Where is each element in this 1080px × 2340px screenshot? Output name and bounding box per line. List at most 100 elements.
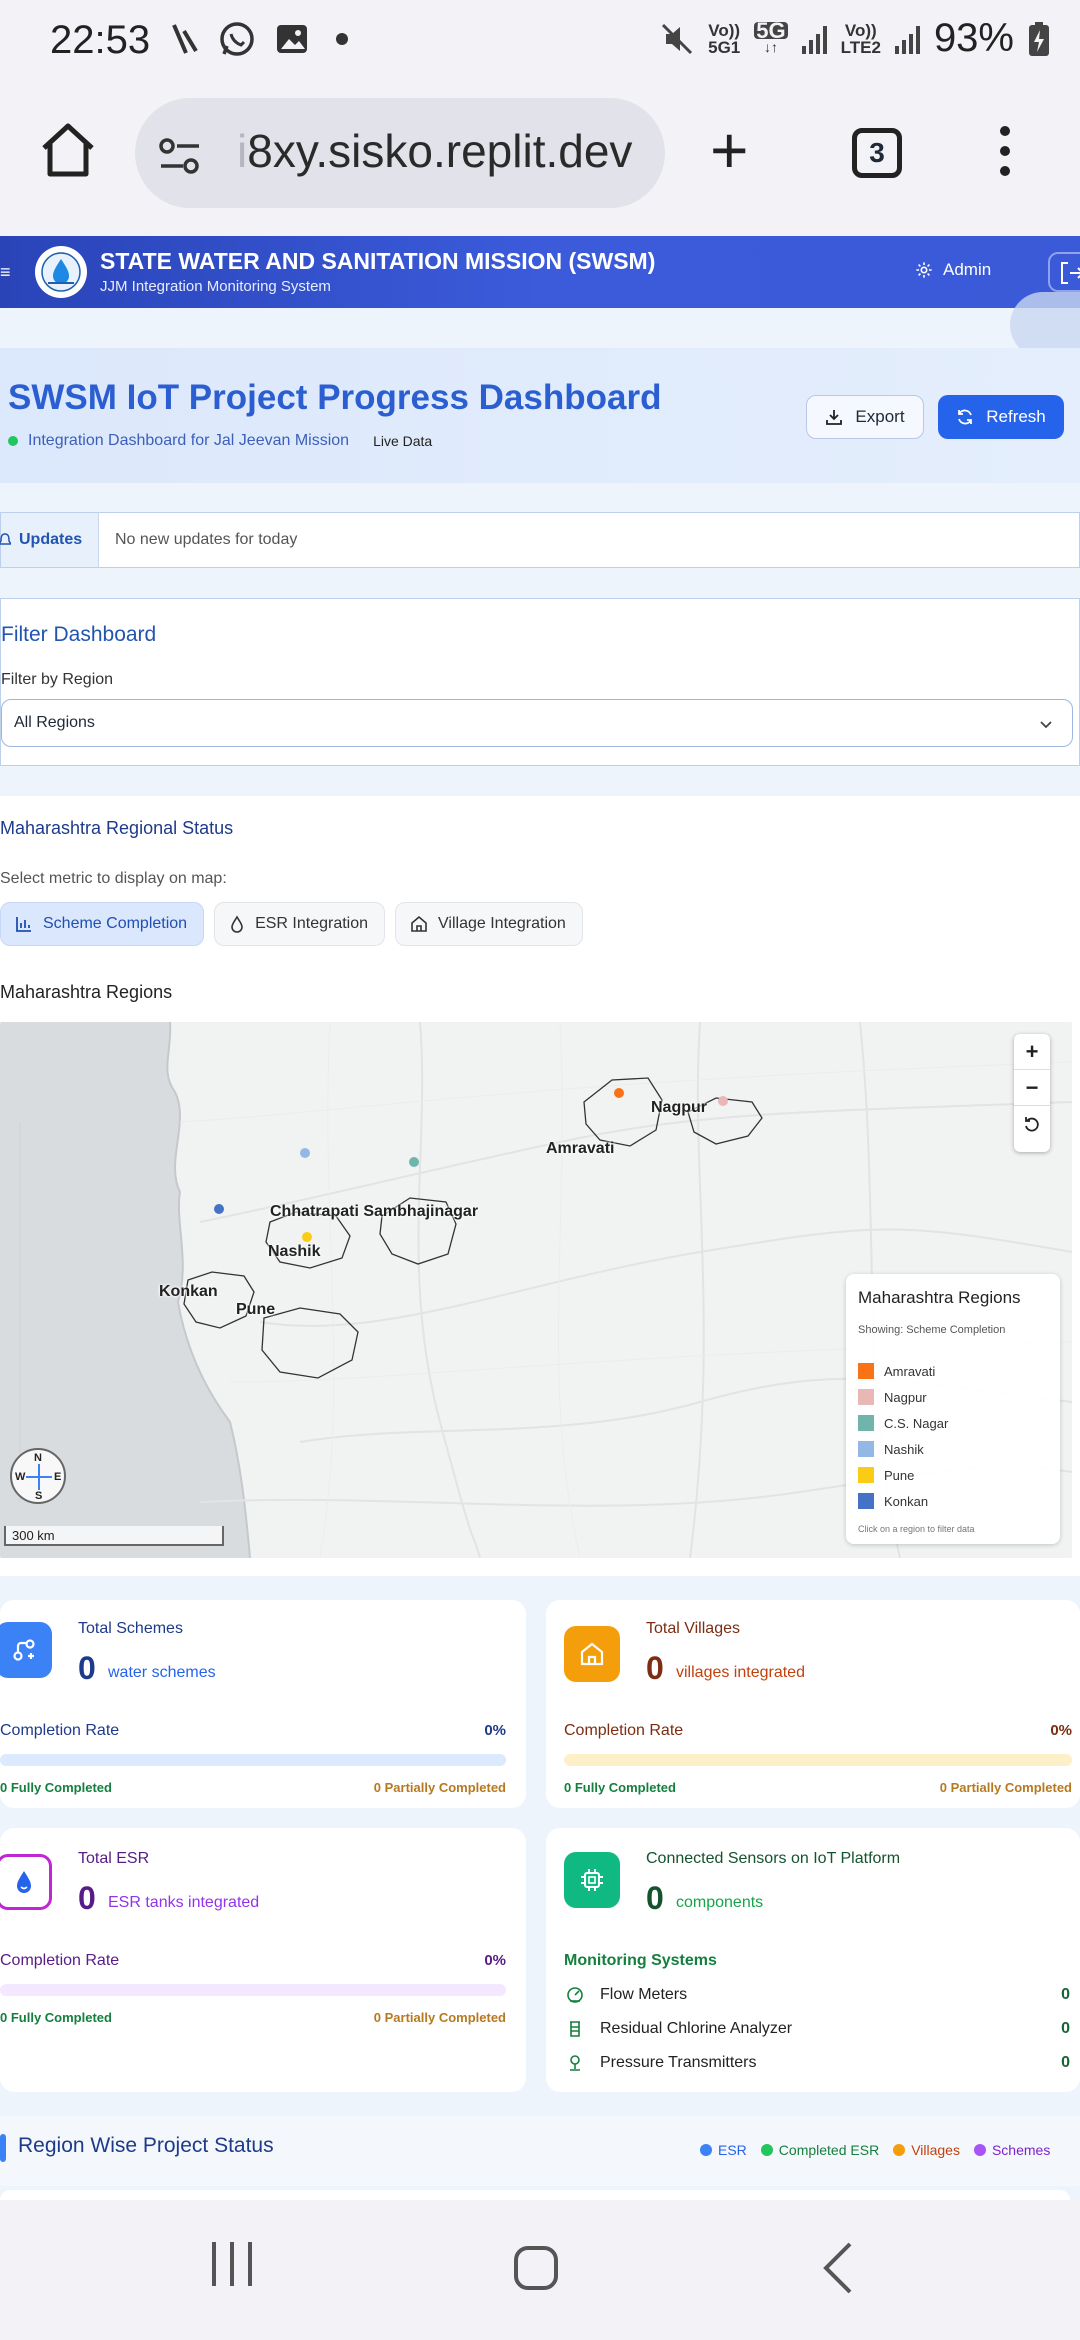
back-button[interactable] — [820, 2240, 856, 2296]
zoom-in-button[interactable]: + — [1014, 1034, 1050, 1070]
legend-item[interactable]: Nagpur — [858, 1384, 948, 1410]
recents-button[interactable] — [212, 2242, 252, 2286]
tab-switcher-button[interactable]: 3 — [852, 128, 902, 178]
marker-pune[interactable] — [302, 1232, 312, 1242]
region-wise-title: Region Wise Project Status — [18, 2134, 274, 2157]
map-label-konkan: Konkan — [159, 1283, 218, 1300]
metric-scheme-completion[interactable]: Scheme Completion — [0, 902, 205, 946]
region-map[interactable]: Nagpur Amravati Chhatrapati Sambhajinaga… — [0, 1022, 1072, 1558]
monitoring-systems-title: Monitoring Systems — [564, 1952, 717, 1969]
filter-panel: Filter Dashboard Filter by Region All Re… — [0, 598, 1080, 766]
legend-schemes: Schemes — [973, 2142, 1050, 2158]
monitoring-row-flow-meters: Flow Meters 0 — [564, 1980, 1070, 2010]
status-right: Vo)) 5G1 5G ↓↑ Vo)) LTE2 93% — [660, 16, 1050, 61]
monitoring-row-chlorine-analyzer: Residual Chlorine Analyzer 0 — [564, 2014, 1070, 2044]
legend-swatch — [858, 1389, 874, 1405]
swsm-logo — [35, 246, 87, 298]
villages-title: Total Villages — [646, 1620, 740, 1637]
map-label-nashik: Nashik — [268, 1243, 321, 1260]
updates-tab[interactable]: Updates — [0, 513, 99, 567]
metric-village-integration[interactable]: Village Integration — [395, 902, 583, 946]
marker-cs-nagar[interactable] — [409, 1157, 419, 1167]
legend-item[interactable]: Nashik — [858, 1436, 948, 1462]
url-text[interactable]: i8xy.sisko.replit.dev — [237, 124, 632, 178]
reset-view-button[interactable] — [1014, 1106, 1050, 1142]
villages-icon — [564, 1626, 620, 1682]
schemes-value: 0 — [78, 1650, 96, 1686]
reset-icon — [1025, 1117, 1039, 1132]
esr-progress-bar — [0, 1984, 506, 1996]
map-scale-bar: 300 km — [4, 1526, 224, 1546]
esr-title: Total ESR — [78, 1850, 150, 1867]
legend-showing: Showing: Scheme Completion — [858, 1324, 1006, 1336]
battery-percent: 93% — [933, 16, 1014, 60]
metric-esr-integration[interactable]: ESR Integration — [214, 902, 386, 946]
villages-completion-label: Completion Rate — [564, 1722, 684, 1739]
mute-icon — [662, 23, 693, 54]
esr-fully-completed: 0 Fully Completed — [0, 2010, 112, 2025]
marker-konkan[interactable] — [214, 1204, 224, 1214]
browser-menu-button[interactable] — [1000, 126, 1010, 176]
legend-item[interactable]: Amravati — [858, 1358, 948, 1384]
zoom-out-button[interactable]: − — [1014, 1070, 1050, 1106]
export-button[interactable]: Export — [806, 395, 924, 439]
refresh-button[interactable]: Refresh — [938, 395, 1064, 439]
droplet-icon — [231, 915, 243, 933]
region-filter-label: Filter by Region — [1, 671, 114, 688]
card-total-villages: Total Villages 0 villages integrated Com… — [546, 1600, 1080, 1808]
region-wise-legend: ESR Completed ESR Villages Schemes — [700, 2142, 1050, 2158]
sim1-network: Vo)) 5G1 — [708, 20, 741, 57]
regional-status-section: Maharashtra Regional Status Select metri… — [0, 796, 1080, 1576]
villages-progress-bar — [564, 1754, 1072, 1766]
legend-note: Click on a region to filter data — [858, 1524, 975, 1534]
admin-settings-button[interactable]: Admin — [915, 260, 991, 280]
marker-nagpur[interactable] — [718, 1096, 728, 1106]
home-button[interactable] — [514, 2246, 558, 2290]
marker-nashik[interactable] — [300, 1148, 310, 1158]
schemes-completion-pct: 0% — [484, 1722, 506, 1739]
logout-button[interactable] — [1048, 252, 1080, 292]
updates-banner: Updates No new updates for today — [0, 512, 1080, 568]
notification-icons — [170, 20, 348, 58]
map-zoom-controls: + − — [1014, 1034, 1050, 1152]
network-5g: 5G ↓↑ — [754, 17, 788, 55]
gallery-icon — [277, 25, 307, 53]
menu-icon[interactable]: ≡ — [0, 262, 11, 283]
live-data-label: Live Data — [373, 433, 433, 449]
filter-title: Filter Dashboard — [1, 623, 157, 646]
villages-fully-completed: 0 Fully Completed — [564, 1780, 676, 1795]
legend-swatch — [858, 1467, 874, 1483]
marker-amravati[interactable] — [614, 1088, 624, 1098]
schemes-partially-completed: 0 Partially Completed — [373, 1780, 506, 1795]
metric-prompt: Select metric to display on map: — [0, 870, 227, 887]
map-label-cs-nagar: Chhatrapati Sambhajinagar — [270, 1203, 479, 1220]
gauge-icon — [564, 1986, 586, 2004]
legend-swatch — [858, 1493, 874, 1509]
admin-label: Admin — [943, 260, 992, 279]
status-time: 22:53 — [50, 18, 151, 62]
metric-selector: Scheme Completion ESR Integration Villag… — [0, 902, 583, 946]
schemes-fully-completed: 0 Fully Completed — [0, 1780, 112, 1795]
esr-value: 0 — [78, 1880, 96, 1916]
signal-strength-1-icon — [801, 24, 827, 54]
site-settings-icon[interactable] — [157, 136, 203, 176]
map-title: Maharashtra Regions — [0, 982, 173, 1002]
legend-item[interactable]: Konkan — [858, 1488, 948, 1514]
app-title: STATE WATER AND SANITATION MISSION (SWSM… — [100, 248, 656, 274]
legend-item[interactable]: C.S. Nagar — [858, 1410, 948, 1436]
new-tab-button[interactable]: + — [710, 117, 749, 183]
legend-completed-esr: Completed ESR — [760, 2142, 879, 2158]
map-label-pune: Pune — [236, 1301, 276, 1318]
gear-icon — [916, 262, 932, 278]
sensors-title: Connected Sensors on IoT Platform — [646, 1850, 901, 1867]
address-bar[interactable]: i8xy.sisko.replit.dev — [135, 98, 665, 208]
legend-title: Maharashtra Regions — [858, 1288, 1021, 1307]
whatsapp-icon — [220, 22, 254, 56]
bell-icon — [0, 533, 11, 545]
home-icon[interactable] — [38, 120, 98, 180]
legend-item[interactable]: Pune — [858, 1462, 948, 1488]
dashboard-subtitle: Integration Dashboard for Jal Jeevan Mis… — [28, 432, 350, 449]
region-select[interactable]: All Regions — [1, 699, 1073, 747]
compass-rose: N S W E — [10, 1448, 66, 1504]
pressure-icon — [564, 2054, 586, 2072]
